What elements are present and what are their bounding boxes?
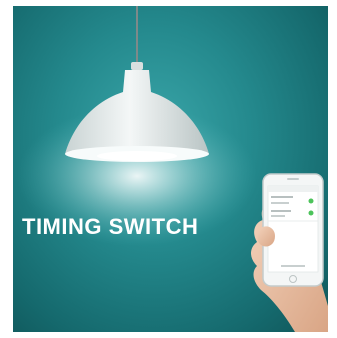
scene-illustration xyxy=(17,6,328,332)
promo-photo xyxy=(13,6,328,332)
banner-title: TIMING SWITCH xyxy=(22,214,199,239)
pendant-lamp xyxy=(65,62,209,162)
image-frame: TIMING SWITCH xyxy=(0,0,337,338)
thumb xyxy=(257,226,275,247)
